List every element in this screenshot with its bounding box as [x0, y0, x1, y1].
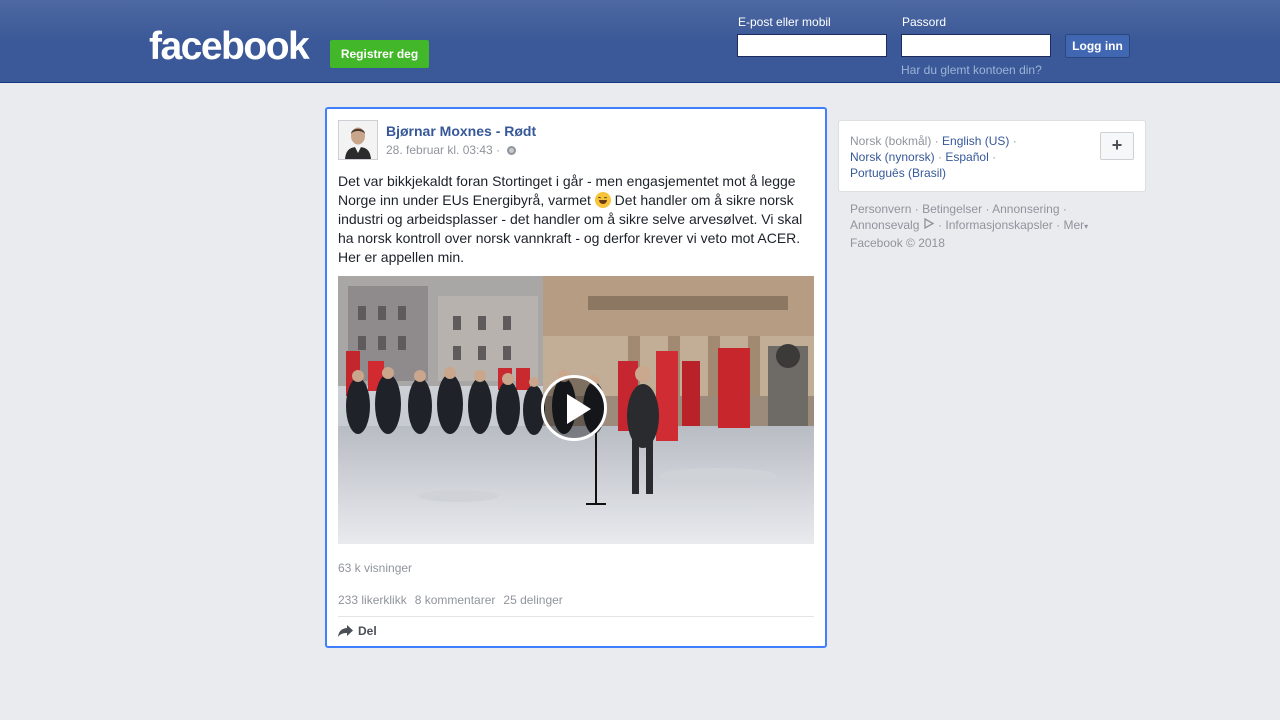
- password-label: Passord: [902, 15, 947, 29]
- footer-advertising-link[interactable]: Annonsering: [992, 202, 1059, 216]
- post-text: Det var bikkjekaldt foran Stortinget i g…: [338, 172, 810, 267]
- play-button[interactable]: [541, 375, 607, 441]
- email-label: E-post eller mobil: [738, 15, 831, 29]
- view-count: 63 k visninger: [338, 561, 413, 575]
- language-list: Norsk (bokmål) · English (US) · Norsk (n…: [850, 133, 1090, 181]
- separator: ·: [1012, 134, 1017, 148]
- language-english-us[interactable]: English (US): [942, 134, 1009, 148]
- facebook-logo[interactable]: facebook: [149, 25, 310, 69]
- separator: ·: [914, 202, 919, 216]
- post-divider: [338, 616, 814, 617]
- forgot-account-link[interactable]: Har du glemt kontoen din?: [901, 63, 1042, 77]
- video-player[interactable]: [338, 276, 814, 544]
- comment-count[interactable]: 8 kommentarer: [415, 593, 496, 607]
- login-button[interactable]: Logg inn: [1065, 34, 1130, 58]
- separator: ·: [985, 202, 990, 216]
- language-espanol[interactable]: Español: [945, 150, 988, 164]
- globe-icon: [507, 145, 517, 155]
- separator: ·: [938, 218, 943, 232]
- post-author[interactable]: Bjørnar Moxnes - Rødt: [386, 123, 536, 139]
- chevron-down-icon: ▾: [1084, 222, 1089, 231]
- footer-more-link[interactable]: Mer: [1064, 218, 1085, 232]
- password-input[interactable]: [901, 34, 1051, 57]
- current-language: Norsk (bokmål): [850, 134, 932, 148]
- post-stats: 233 likerklikk 8 kommentarer 25 delinger: [338, 593, 563, 607]
- footer-terms-link[interactable]: Betingelser: [922, 202, 982, 216]
- separator: ·: [1056, 218, 1061, 232]
- top-bar: facebook Registrer deg E-post eller mobi…: [0, 0, 1280, 83]
- share-button[interactable]: Del: [338, 624, 377, 638]
- footer-cookies-link[interactable]: Informasjonskapsler: [945, 218, 1052, 232]
- language-selector: Norsk (bokmål) · English (US) · Norsk (n…: [838, 120, 1146, 192]
- separator: ·: [992, 150, 997, 164]
- like-count[interactable]: 233 likerklikk: [338, 593, 407, 607]
- post-card: Bjørnar Moxnes - Rødt 28. februar kl. 03…: [325, 107, 827, 648]
- author-avatar[interactable]: [338, 120, 378, 160]
- language-portugues-brasil[interactable]: Português (Brasil): [850, 166, 946, 180]
- share-arrow-icon: [338, 625, 353, 637]
- separator: ·: [934, 134, 939, 148]
- footer-privacy-link[interactable]: Personvern: [850, 202, 911, 216]
- separator: ·: [938, 150, 943, 164]
- avatar-portrait: [339, 121, 377, 159]
- footer-adchoices-link[interactable]: Annonsevalg: [850, 218, 919, 232]
- footer-copyright: Facebook © 2018: [850, 236, 945, 250]
- share-count[interactable]: 25 delinger: [503, 593, 562, 607]
- language-norsk-nynorsk[interactable]: Norsk (nynorsk): [850, 150, 935, 164]
- footer-links: Personvern · Betingelser · Annonsering ·…: [850, 201, 1140, 251]
- laughing-emoji-icon: [594, 192, 611, 208]
- add-language-button[interactable]: +: [1100, 132, 1134, 160]
- adchoices-icon: [924, 217, 935, 230]
- share-label: Del: [358, 624, 377, 638]
- post-timestamp[interactable]: 28. februar kl. 03:43 ·: [386, 143, 500, 157]
- separator: ·: [1062, 202, 1067, 216]
- register-button[interactable]: Registrer deg: [330, 40, 429, 68]
- post-meta: 28. februar kl. 03:43 ·: [386, 143, 517, 157]
- email-input[interactable]: [737, 34, 887, 57]
